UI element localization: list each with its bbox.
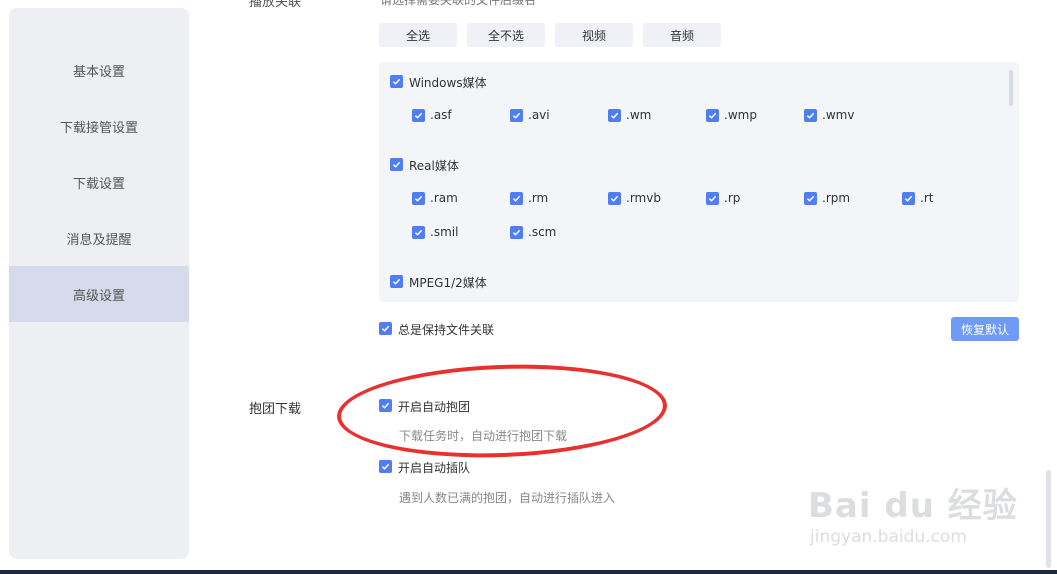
ext-label: .wmv bbox=[822, 108, 855, 122]
checkbox-ext[interactable] bbox=[902, 192, 915, 205]
check-icon bbox=[610, 195, 619, 202]
sidebar-item-basic[interactable]: 基本设置 bbox=[9, 42, 189, 98]
ext-label: .asf bbox=[430, 108, 452, 122]
sidebar-item-label: 下载设置 bbox=[72, 176, 125, 192]
annotation-ellipse bbox=[335, 359, 669, 463]
check-icon bbox=[414, 195, 423, 202]
video-filter-button[interactable]: 视频 bbox=[555, 23, 633, 47]
checkbox-ext[interactable] bbox=[608, 109, 621, 122]
sidebar-item-label: 消息及提醒 bbox=[66, 232, 132, 248]
check-icon bbox=[806, 195, 815, 202]
ext-label: .wm bbox=[626, 108, 652, 122]
check-icon bbox=[806, 112, 815, 119]
check-icon bbox=[381, 463, 390, 470]
ext-label: .rp bbox=[724, 191, 741, 205]
always-keep-label: 总是保持文件关联 bbox=[398, 323, 495, 337]
checkbox-ext[interactable] bbox=[804, 109, 817, 122]
watermark-main: Bai du 经验 bbox=[808, 486, 1018, 526]
check-icon bbox=[392, 278, 401, 285]
file-type-list[interactable]: Windows媒体 .asf .avi .wm .wmp .wmv Real媒体… bbox=[379, 62, 1019, 302]
sidebar-item-notifications[interactable]: 消息及提醒 bbox=[9, 210, 189, 266]
checkbox-group-windows[interactable] bbox=[390, 75, 403, 88]
group-label-real: Real媒体 bbox=[409, 159, 459, 173]
sidebar-item-download-takeover[interactable]: 下载接管设置 bbox=[9, 98, 189, 154]
baidu-watermark: Bai du 经验 jingyan.baidu.com bbox=[808, 460, 1017, 555]
check-icon bbox=[512, 195, 521, 202]
list-scrollbar[interactable] bbox=[1009, 70, 1013, 106]
checkbox-ext[interactable] bbox=[804, 192, 817, 205]
check-icon bbox=[708, 195, 717, 202]
ext-label: .wmp bbox=[724, 108, 757, 122]
group-label-windows: Windows媒体 bbox=[409, 76, 487, 90]
watermark-sub: jingyan.baidu.com bbox=[810, 527, 967, 547]
ext-label: .scm bbox=[528, 225, 557, 239]
group-label-mpeg: MPEG1/2媒体 bbox=[409, 276, 487, 290]
check-icon bbox=[381, 325, 390, 332]
section-label-group-download: 抱团下载 bbox=[249, 402, 302, 417]
checkbox-ext[interactable] bbox=[510, 109, 523, 122]
check-icon bbox=[512, 112, 521, 119]
select-none-button[interactable]: 全不选 bbox=[467, 23, 545, 47]
sidebar-item-download[interactable]: 下载设置 bbox=[9, 154, 189, 210]
ext-label: .rt bbox=[920, 191, 934, 205]
check-icon bbox=[708, 112, 717, 119]
auto-queue-label: 开启自动插队 bbox=[398, 461, 471, 475]
sidebar-item-advanced[interactable]: 高级设置 bbox=[9, 266, 189, 322]
check-icon bbox=[512, 229, 521, 236]
sidebar-item-label: 基本设置 bbox=[72, 64, 125, 80]
check-icon bbox=[610, 112, 619, 119]
checkbox-ext[interactable] bbox=[706, 109, 719, 122]
checkbox-ext[interactable] bbox=[706, 192, 719, 205]
checkbox-group-real[interactable] bbox=[390, 158, 403, 171]
ext-label: .rm bbox=[528, 191, 549, 205]
sidebar-item-label: 下载接管设置 bbox=[59, 120, 138, 136]
hint-playback: 请选择需要关联的文件后缀名 bbox=[380, 0, 537, 7]
page-scrollbar[interactable] bbox=[1046, 470, 1051, 568]
check-icon bbox=[392, 78, 401, 85]
check-icon bbox=[392, 161, 401, 168]
checkbox-auto-queue[interactable] bbox=[379, 460, 392, 473]
check-icon bbox=[414, 112, 423, 119]
sidebar-item-label: 高级设置 bbox=[72, 288, 125, 304]
select-all-button[interactable]: 全选 bbox=[379, 23, 457, 47]
checkbox-always-keep[interactable] bbox=[379, 322, 392, 335]
checkbox-ext[interactable] bbox=[412, 192, 425, 205]
checkbox-ext[interactable] bbox=[510, 226, 523, 239]
checkbox-ext[interactable] bbox=[510, 192, 523, 205]
ext-label: .avi bbox=[528, 108, 550, 122]
checkbox-ext[interactable] bbox=[412, 109, 425, 122]
restore-default-button[interactable]: 恢复默认 bbox=[951, 317, 1019, 341]
checkbox-ext[interactable] bbox=[608, 192, 621, 205]
bottom-edge bbox=[0, 570, 1057, 574]
sidebar: 基本设置 下载接管设置 下载设置 消息及提醒 高级设置 bbox=[9, 8, 189, 559]
ext-label: .ram bbox=[430, 191, 458, 205]
ext-label: .rmvb bbox=[626, 191, 661, 205]
checkbox-ext[interactable] bbox=[412, 226, 425, 239]
audio-filter-button[interactable]: 音频 bbox=[643, 23, 721, 47]
check-icon bbox=[414, 229, 423, 236]
check-icon bbox=[904, 195, 913, 202]
ext-label: .smil bbox=[430, 225, 459, 239]
ext-label: .rpm bbox=[822, 191, 851, 205]
auto-queue-hint: 遇到人数已满的抱团，自动进行插队进入 bbox=[399, 491, 616, 505]
checkbox-group-mpeg[interactable] bbox=[390, 275, 403, 288]
section-label-playback: 播放关联 bbox=[249, 0, 302, 10]
